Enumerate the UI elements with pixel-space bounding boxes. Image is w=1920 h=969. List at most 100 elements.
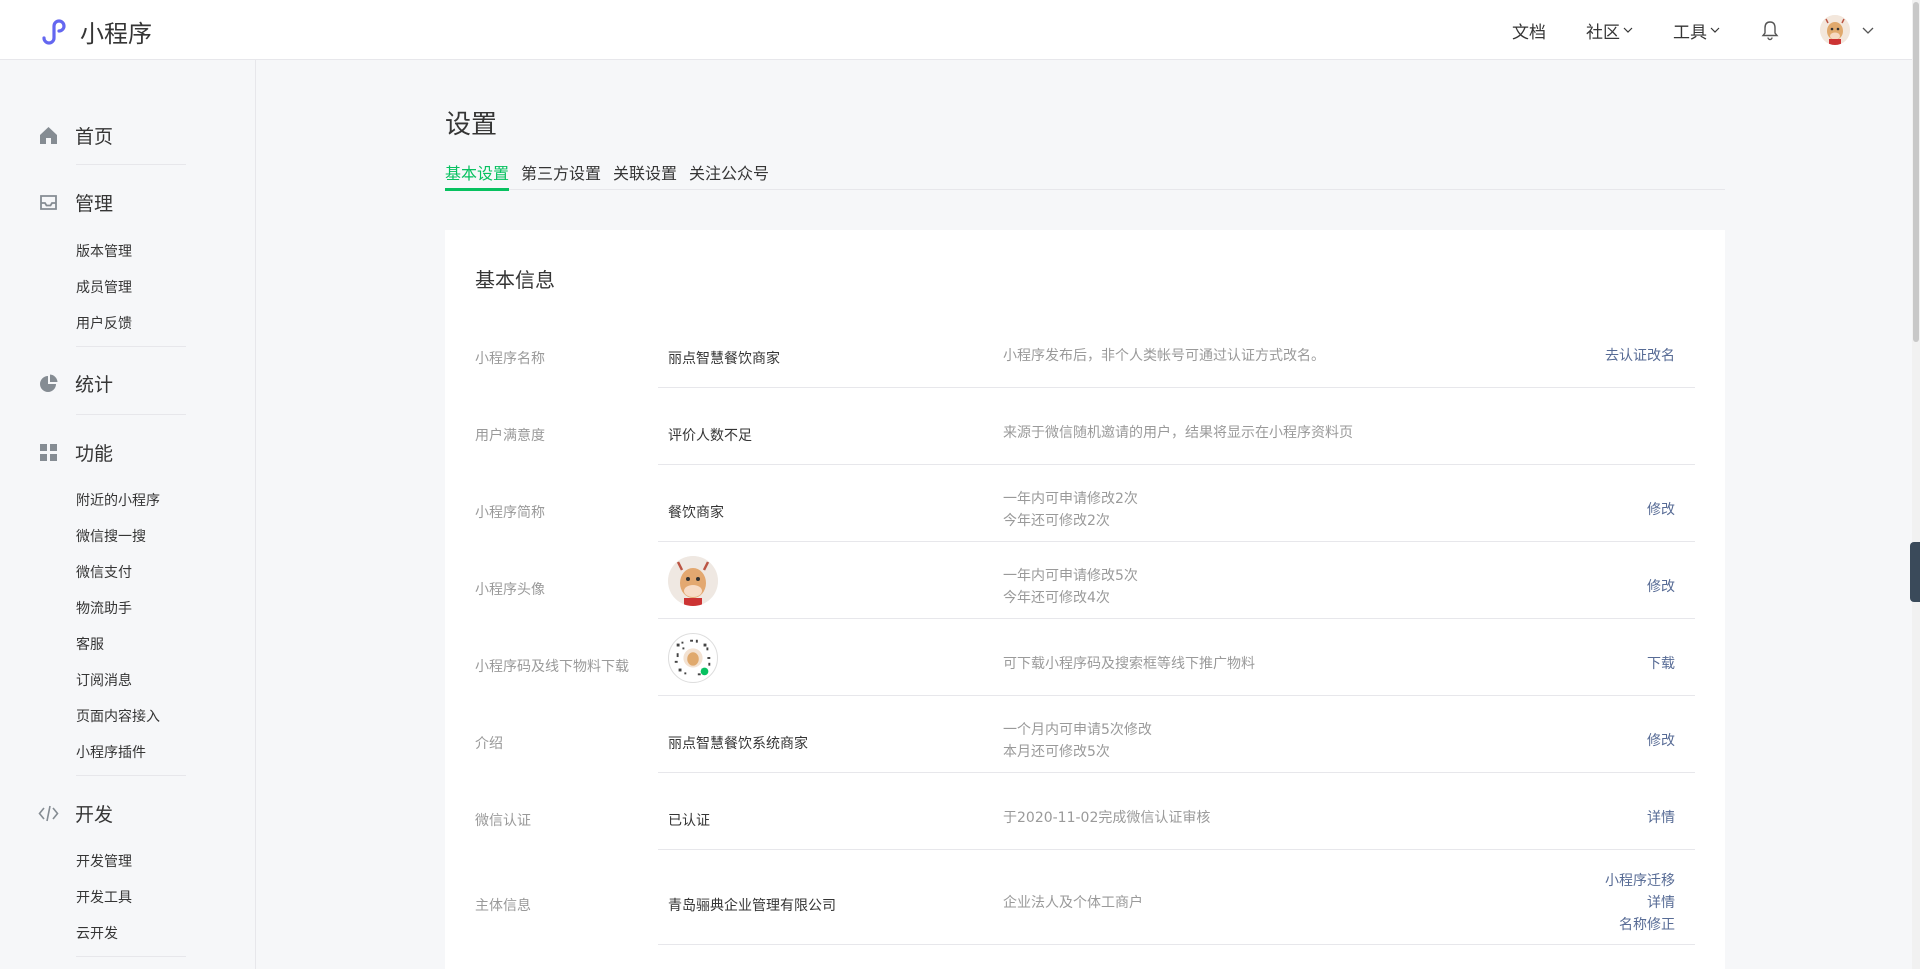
certify-rename-link[interactable]: 去认证改名 [1605, 345, 1675, 367]
sidebar-item-dev-tools[interactable]: 开发工具 [76, 887, 132, 907]
sidebar-item-features[interactable]: 功能 [38, 439, 113, 466]
row-label: 小程序名称 [475, 351, 545, 367]
sidebar-item-manage[interactable]: 管理 [38, 189, 113, 216]
sidebar-item-subscribe-message[interactable]: 订阅消息 [76, 670, 132, 690]
divider [76, 346, 186, 347]
details-link[interactable]: 详情 [1605, 892, 1675, 914]
nav-docs[interactable]: 文档 [1512, 18, 1546, 43]
row-actions: 下载 [1647, 653, 1675, 675]
sidebar-item-cloud-dev[interactable]: 云开发 [76, 923, 118, 943]
row-desc-line: 来源于微信随机邀请的用户，结果将显示在小程序资料页 [1003, 425, 1353, 441]
sidebar-item-home[interactable]: 首页 [38, 122, 113, 149]
modify-link[interactable]: 修改 [1647, 499, 1675, 521]
chevron-down-icon [1710, 27, 1720, 33]
sidebar-item-label: 开发 [75, 804, 114, 826]
nav-community-label: 社区 [1586, 22, 1620, 43]
tab-third-party-settings[interactable]: 第三方设置 [521, 160, 601, 190]
row-divider [658, 772, 1695, 773]
page-title: 设置 [445, 110, 498, 140]
row-label: 用户满意度 [475, 428, 545, 444]
row-label: 微信认证 [475, 813, 531, 829]
pie-chart-icon [40, 374, 58, 392]
row-divider [658, 944, 1695, 945]
sidebar-item-label: 功能 [75, 443, 114, 465]
row-divider [658, 541, 1695, 542]
mini-program-logo-icon [42, 18, 66, 45]
row-divider [658, 387, 1695, 388]
sidebar-item-page-content[interactable]: 页面内容接入 [76, 706, 160, 726]
row-value: 餐饮商家 [668, 505, 724, 521]
cow-avatar-icon [1820, 15, 1850, 45]
row-desc: 一年内可申请修改5次 今年还可修改4次 [1003, 565, 1138, 609]
sidebar-item-member-manage[interactable]: 成员管理 [76, 277, 132, 297]
avatar[interactable] [1820, 15, 1850, 45]
row-desc-line: 一个月内可申请5次修改 [1003, 722, 1152, 738]
top-nav: 文档 社区 工具 [1472, 0, 1874, 60]
row-desc: 小程序发布后，非个人类帐号可通过认证方式改名。 [1003, 345, 1325, 367]
row-value: 评价人数不足 [668, 428, 752, 444]
sidebar-item-wechat-search[interactable]: 微信搜一搜 [76, 526, 146, 546]
row-label: 主体信息 [475, 898, 531, 914]
row-divider [658, 618, 1695, 619]
nav-tools[interactable]: 工具 [1673, 18, 1720, 43]
divider [76, 414, 186, 415]
sidebar-item-plugin[interactable]: 小程序插件 [76, 742, 146, 762]
settings-tabs: 基本设置 第三方设置 关联设置 关注公众号 [445, 160, 1725, 191]
divider [76, 956, 186, 957]
tab-follow-official-account[interactable]: 关注公众号 [689, 160, 769, 190]
chevron-down-icon[interactable] [1862, 24, 1874, 36]
row-actions: 修改 [1647, 730, 1675, 752]
sidebar-item-customer-service[interactable]: 客服 [76, 634, 104, 654]
nav-community[interactable]: 社区 [1586, 18, 1633, 43]
row-desc-line: 今年还可修改2次 [1003, 513, 1110, 529]
details-link[interactable]: 详情 [1647, 807, 1675, 829]
sidebar-item-nearby[interactable]: 附近的小程序 [76, 490, 160, 510]
sidebar: 首页 管理 版本管理 成员管理 用户反馈 统计 功能 附近的小程序 微信搜一搜 … [0, 60, 256, 969]
row-actions: 修改 [1647, 576, 1675, 598]
sidebar-item-wechat-pay[interactable]: 微信支付 [76, 562, 132, 582]
tab-basic-settings[interactable]: 基本设置 [445, 160, 510, 191]
row-desc: 于2020-11-02完成微信认证审核 [1003, 807, 1210, 829]
bell-icon[interactable] [1760, 19, 1780, 41]
mini-program-avatar [668, 556, 718, 606]
row-desc-line: 于2020-11-02完成微信认证审核 [1003, 810, 1211, 826]
logo[interactable]: 小程序 [38, 14, 152, 49]
row-label: 小程序码及线下物料下载 [475, 659, 629, 675]
basic-info-card: 基本信息 小程序名称 丽点智慧餐饮商家 小程序发布后，非个人类帐号可通过认证方式… [445, 230, 1725, 969]
row-label: 小程序头像 [475, 582, 545, 598]
sidebar-item-user-feedback[interactable]: 用户反馈 [76, 313, 132, 333]
row-desc-line: 今年还可修改4次 [1003, 590, 1110, 606]
row-desc: 一个月内可申请5次修改 本月还可修改5次 [1003, 719, 1152, 763]
modify-link[interactable]: 修改 [1647, 576, 1675, 598]
download-link[interactable]: 下载 [1647, 653, 1675, 675]
row-desc: 企业法人及个体工商户 [1003, 892, 1143, 914]
grid-icon [40, 444, 57, 461]
top-bar: 小程序 文档 社区 工具 [0, 0, 1920, 60]
row-actions: 去认证改名 [1605, 345, 1675, 367]
sidebar-item-logistics[interactable]: 物流助手 [76, 598, 132, 618]
row-desc-line: 企业法人及个体工商户 [1003, 895, 1143, 911]
nav-docs-label: 文档 [1512, 22, 1546, 43]
sidebar-item-stats[interactable]: 统计 [38, 370, 113, 397]
chevron-down-icon [1623, 27, 1633, 33]
inbox-icon [40, 195, 57, 210]
tab-related-settings[interactable]: 关联设置 [613, 160, 677, 190]
row-value [668, 556, 718, 606]
divider [76, 775, 186, 776]
row-desc: 可下载小程序码及搜索框等线下推广物料 [1003, 653, 1255, 675]
section-title: 基本信息 [475, 268, 555, 292]
scrollbar-thumb[interactable] [1913, 2, 1919, 342]
divider [76, 164, 186, 165]
sidebar-item-dev-manage[interactable]: 开发管理 [76, 851, 132, 871]
name-correction-link[interactable]: 名称修正 [1605, 914, 1675, 936]
sidebar-item-dev[interactable]: 开发 [38, 800, 113, 827]
migrate-link[interactable]: 小程序迁移 [1605, 870, 1675, 892]
row-actions: 小程序迁移 详情 名称修正 [1605, 870, 1675, 936]
scrollbar[interactable] [1912, 0, 1920, 969]
mini-program-code[interactable] [668, 633, 718, 683]
row-value: 丽点智慧餐饮系统商家 [668, 736, 808, 752]
modify-link[interactable]: 修改 [1647, 730, 1675, 752]
floating-side-tab[interactable] [1910, 542, 1920, 602]
row-value: 青岛骊典企业管理有限公司 [668, 898, 836, 914]
sidebar-item-version-manage[interactable]: 版本管理 [76, 241, 132, 261]
